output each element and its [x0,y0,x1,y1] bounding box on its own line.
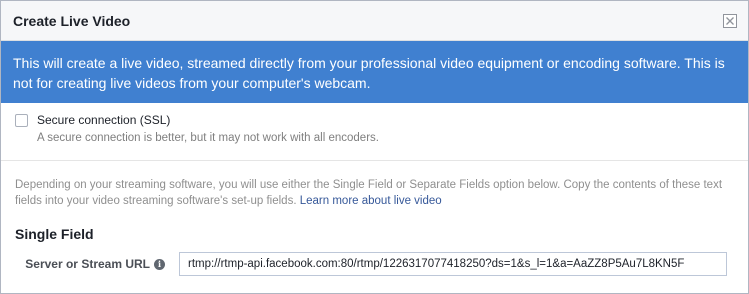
ssl-section: Secure connection (SSL) A secure connect… [1,103,748,161]
close-button[interactable] [723,13,737,28]
close-icon [726,16,734,25]
info-banner: This will create a live video, streamed … [1,41,748,103]
server-url-label-group: Server or Stream URL i [15,257,165,271]
create-live-video-dialog: Create Live Video This will create a liv… [0,0,749,294]
stream-fields-section: Depending on your streaming software, yo… [1,161,748,276]
info-icon[interactable]: i [154,258,165,270]
streaming-description: Depending on your streaming software, yo… [15,177,736,209]
ssl-help-text: A secure connection is better, but it ma… [37,132,379,144]
ssl-checkbox-label[interactable]: Secure connection (SSL) [37,113,170,127]
ssl-checkbox-row[interactable]: Secure connection (SSL) [15,113,736,127]
server-url-input[interactable] [179,252,727,276]
learn-more-link[interactable]: Learn more about live video [300,195,442,207]
server-url-label: Server or Stream URL [25,257,150,271]
single-field-heading: Single Field [15,226,94,242]
ssl-checkbox[interactable] [15,113,28,127]
dialog-title: Create Live Video [13,12,131,29]
server-url-row: Server or Stream URL i [15,252,736,276]
dialog-title-bar: Create Live Video [1,1,748,41]
